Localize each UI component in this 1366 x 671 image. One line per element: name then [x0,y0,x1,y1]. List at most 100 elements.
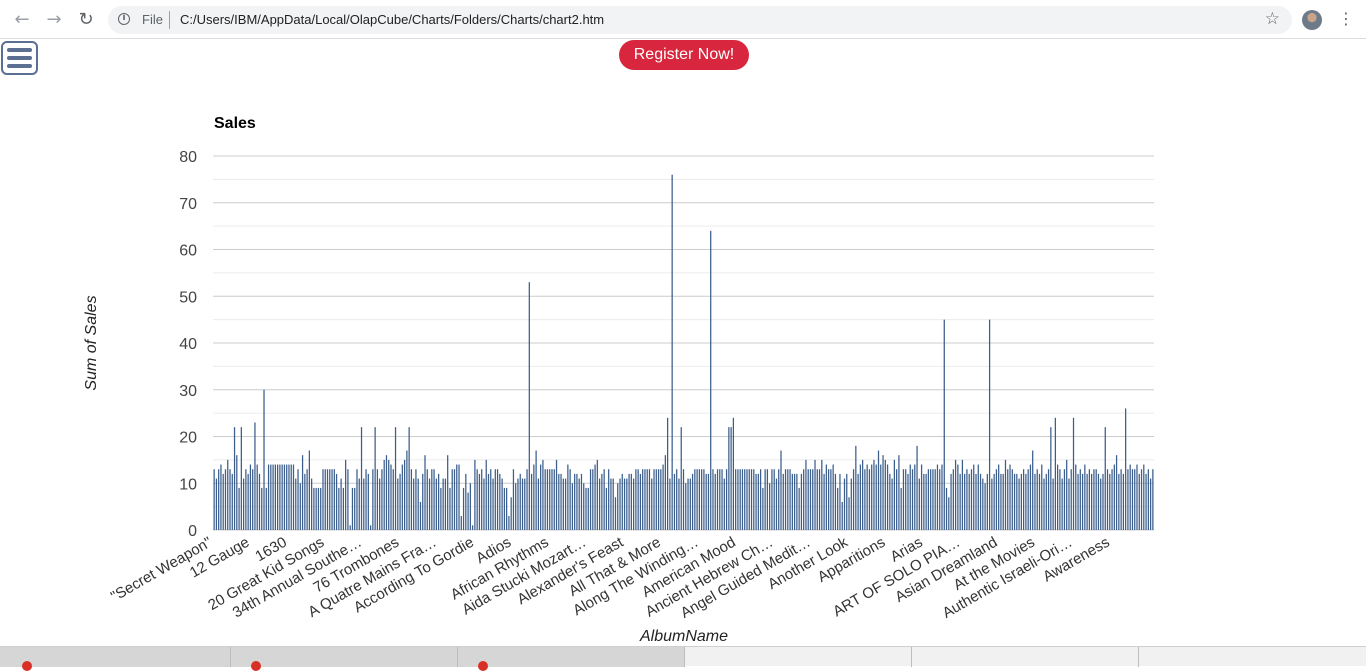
bar [714,473,716,530]
bar [267,464,270,530]
bar [567,464,569,530]
bar [1025,473,1027,530]
bar [254,422,256,530]
bar [1000,473,1002,530]
bar [1036,469,1038,530]
taskbar-item[interactable] [231,647,458,671]
bar [905,469,907,530]
forward-arrow-icon[interactable]: → [44,10,64,30]
bar [256,464,258,530]
bar [478,473,481,530]
bar [345,459,347,531]
bar [551,469,553,530]
bar [331,469,333,530]
reload-icon[interactable]: ↻ [76,10,96,30]
bar [657,469,660,530]
bar [769,483,771,530]
bar [832,464,834,530]
back-arrow-icon[interactable]: ← [12,10,32,30]
taskbar-item[interactable] [685,647,912,667]
bar [379,478,381,530]
bar [762,487,764,530]
bar [873,459,875,531]
bar [642,469,644,530]
bar [1016,473,1018,530]
bar [1109,473,1111,530]
bar [954,459,957,531]
bar [472,525,474,530]
y-tick-label: 10 [179,476,197,493]
bar [1070,469,1072,530]
bar [902,469,905,530]
bar [1027,469,1029,530]
bar [1081,473,1084,530]
bar [766,469,769,530]
bar [918,478,920,530]
bar [880,464,882,530]
info-icon[interactable]: i [118,13,130,25]
bar [886,464,889,530]
bar [803,469,805,530]
bar [592,469,594,530]
bar [701,469,703,530]
bar [363,478,365,530]
bar [1127,469,1129,530]
y-tick-label: 30 [179,383,197,400]
app-icon [478,661,488,671]
address-bar[interactable]: i File C:/Users/IBM/AppData/Local/OlapCu… [108,6,1292,34]
bar [521,478,524,530]
bar [893,459,895,531]
taskbar-item[interactable] [912,647,1139,667]
bar [1149,478,1152,530]
bar [882,455,884,530]
bar [1093,469,1095,530]
bar [973,464,975,530]
bar [1072,417,1075,530]
bar [383,459,385,531]
bar [483,478,485,530]
bar [1086,473,1088,530]
url-text[interactable]: C:/Users/IBM/AppData/Local/OlapCube/Char… [180,12,604,27]
taskbar-item[interactable] [458,647,685,671]
bar [1077,473,1079,530]
bar [759,469,762,530]
bar [1104,427,1106,530]
bar [660,469,662,530]
bar [535,450,537,530]
bar [809,469,812,530]
bar [437,473,440,530]
bar [725,469,728,530]
bar [422,473,424,530]
bar [476,469,478,530]
bar [381,469,383,530]
bar [306,469,308,530]
bar [1152,469,1154,530]
menu-dots-icon[interactable]: ⋮ [1338,9,1354,28]
bar [644,469,646,530]
bar [417,478,419,530]
avatar[interactable] [1302,10,1322,30]
bar [923,473,925,530]
bar [646,469,648,530]
star-icon[interactable]: ☆ [1265,9,1280,29]
bar [533,464,535,530]
bar [1041,464,1043,530]
bar [1038,473,1041,530]
bar [830,469,832,530]
bar [952,469,954,530]
bar [340,478,342,530]
bar [233,427,236,530]
bar [651,478,653,530]
bar [458,464,460,530]
bar [349,525,351,530]
bar [632,478,635,530]
bar [1136,464,1138,530]
bar [1047,469,1050,530]
bar [490,469,492,530]
taskbar-item[interactable] [0,647,231,671]
bar [578,478,580,530]
bar [1145,473,1147,530]
bar [354,487,356,530]
bar [258,473,261,530]
bar [335,473,338,530]
